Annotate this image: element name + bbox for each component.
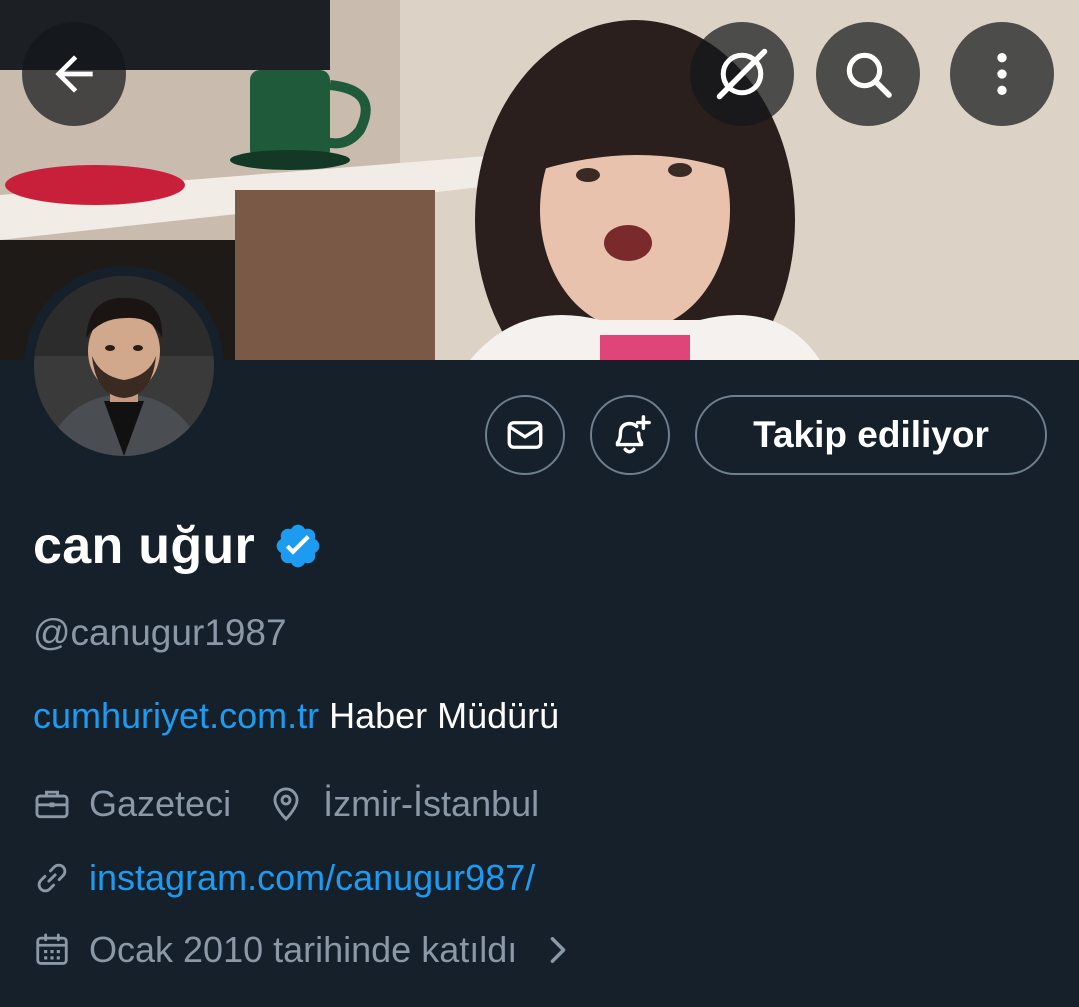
more-vertical-icon xyxy=(997,53,1007,95)
display-name-row: can uğur xyxy=(33,508,323,584)
calendar-icon xyxy=(36,933,68,965)
grok-button[interactable] xyxy=(690,22,794,126)
back-arrow-icon xyxy=(55,55,93,93)
profile-website-row: instagram.com/canugur987/ xyxy=(33,854,535,902)
verified-badge-icon[interactable] xyxy=(273,521,323,571)
location-pin-icon xyxy=(273,787,299,822)
bio-link[interactable]: cumhuriyet.com.tr xyxy=(33,695,319,736)
grok-icon xyxy=(716,48,768,100)
website-link[interactable]: instagram.com/canugur987/ xyxy=(89,857,535,899)
profile-joined-row[interactable]: Ocak 2010 tarihinde katıldı xyxy=(33,926,571,974)
profile-meta-row: Gazeteci İzmir-İstanbul xyxy=(33,780,539,828)
link-icon xyxy=(37,863,67,893)
following-button[interactable]: Takip ediliyor xyxy=(695,395,1047,475)
profile-screen: Takip ediliyor can uğur @canugur1987 cum… xyxy=(0,0,1079,1007)
envelope-icon xyxy=(507,421,543,449)
more-options-button[interactable] xyxy=(950,22,1054,126)
avatar-image xyxy=(34,276,214,456)
message-button[interactable] xyxy=(485,395,565,475)
briefcase-icon xyxy=(35,790,69,819)
bio-text: Haber Müdürü xyxy=(319,695,560,736)
search-icon xyxy=(846,52,892,98)
join-date: Ocak 2010 tarihinde katıldı xyxy=(89,929,518,970)
display-name: can uğur xyxy=(33,517,255,575)
user-handle: @canugur1987 xyxy=(33,612,287,653)
location: İzmir-İstanbul xyxy=(323,783,540,824)
bell-plus-icon xyxy=(615,415,651,454)
search-button[interactable] xyxy=(816,22,920,126)
back-button[interactable] xyxy=(22,22,126,126)
notifications-button[interactable] xyxy=(590,395,670,475)
chevron-right-icon xyxy=(550,937,566,963)
profession: Gazeteci xyxy=(89,783,232,824)
bio: cumhuriyet.com.tr Haber Müdürü xyxy=(33,695,559,737)
avatar[interactable] xyxy=(24,266,224,466)
